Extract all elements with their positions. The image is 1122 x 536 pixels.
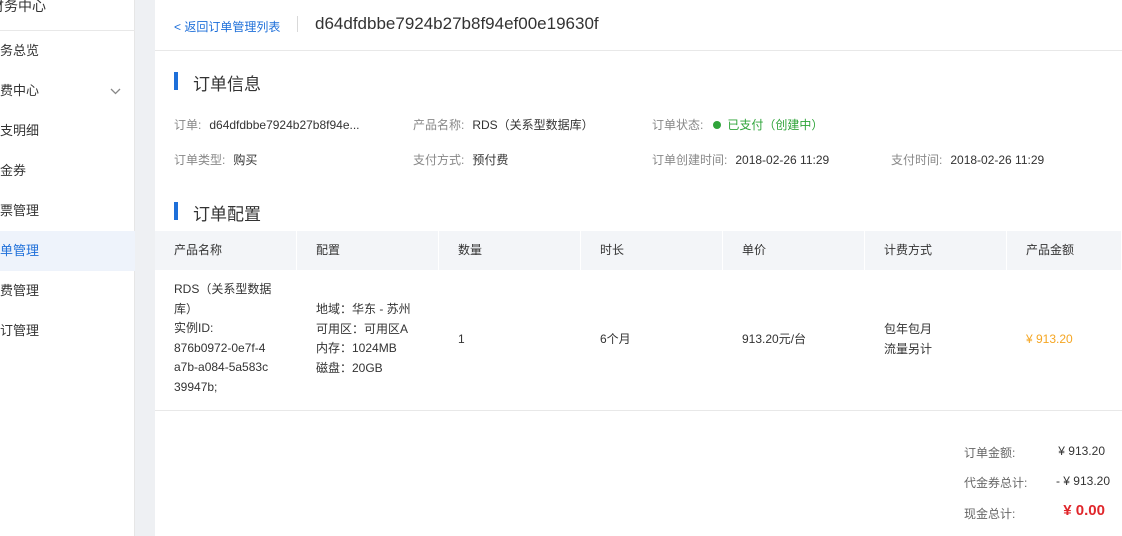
cash-total-label-text: 现金总计:	[964, 507, 1016, 521]
created-time-field: 订单创建时间: 2018-02-26 11:29	[652, 151, 829, 168]
product-line: RDS（关系型数据	[174, 282, 272, 296]
order-id-field: 订单: d64dfdbbe7924b27b8f94e...	[174, 116, 360, 133]
sidebar-item-orders[interactable]: 订单管理	[0, 231, 135, 271]
sidebar-item-invoices[interactable]: 发票管理	[0, 191, 135, 231]
sidebar-item-label: 代金券	[0, 163, 27, 178]
product-line: 实例ID:	[174, 321, 214, 335]
config-line: 可用区：可用区A	[316, 321, 409, 336]
page-title: d64dfdbbe7924b27b8f94ef00e19630f	[315, 14, 599, 33]
table-row: RDS（关系型数据 库） 实例ID: 876b0972-0e7f-4 a7b-a…	[155, 270, 1122, 411]
column-header-amount: 产品金额	[1007, 231, 1122, 270]
sidebar-item-renewals[interactable]: 续费管理	[0, 271, 135, 311]
config-line: 地域：华东 - 苏州	[316, 302, 411, 316]
sidebar-item-label: 消费中心	[0, 83, 40, 98]
billing-line: 流量另计	[884, 341, 933, 356]
order-status-label: 订单状态:	[652, 118, 704, 132]
back-to-order-list-link[interactable]: < 返回订单管理列表	[174, 18, 280, 35]
sidebar-item-label: 订单管理	[0, 243, 40, 258]
column-header-billing: 计费方式	[865, 231, 1007, 270]
voucher-total-value: - ¥ 913.20	[1055, 474, 1110, 488]
header-separator	[297, 16, 298, 32]
cell-unit-price: 913.20元/台	[742, 332, 807, 346]
created-time-value: 2018-02-26 11:29	[735, 153, 830, 167]
product-name-value: RDS（关系型数据库）	[472, 118, 594, 132]
sidebar-item-income-expense[interactable]: 收支明细	[0, 111, 135, 151]
page-header: < 返回订单管理列表 d64dfdbbe7924b27b8f94ef00e196…	[155, 0, 1122, 51]
order-id-value: d64dfdbbe7924b27b8f94e...	[209, 118, 360, 132]
billing-line: 包年包月	[884, 322, 933, 336]
order-status-value: 已支付（创建中）	[727, 118, 824, 132]
column-header-config: 配置	[297, 231, 439, 270]
cell-billing: 包年包月 流量另计	[884, 320, 932, 359]
payment-method-label: 支付方式:	[413, 153, 465, 167]
config-line: 内存：1024MB	[316, 341, 397, 355]
layout-gutter	[135, 0, 155, 536]
paid-time-value: 2018-02-26 11:29	[950, 153, 1045, 167]
cash-total-label: 现金总计:	[964, 505, 1015, 522]
column-header-duration: 时长	[581, 231, 723, 270]
sidebar: 财务中心 财务总览 消费中心 收支明细 代金券 发票管理 订单管理 续费管理 退…	[0, 0, 135, 536]
cell-config: 地域：华东 - 苏州 可用区：可用区A 内存：1024MB 磁盘：20GB	[316, 300, 446, 378]
column-header-product: 产品名称	[155, 231, 297, 270]
payment-method-field: 支付方式: 预付费	[413, 151, 508, 168]
sidebar-title: 财务中心	[0, 0, 46, 14]
cell-amount: ¥ 913.20	[1026, 332, 1073, 346]
paid-time-label: 支付时间:	[891, 153, 943, 167]
product-line: a7b-a084-5a583c	[174, 360, 269, 374]
cell-duration: 6个月	[600, 332, 631, 346]
order-id-label: 订单:	[174, 118, 202, 132]
main-content: < 返回订单管理列表 d64dfdbbe7924b27b8f94ef00e196…	[155, 0, 1122, 536]
product-name-label: 产品名称:	[413, 118, 465, 132]
voucher-total-label: 代金券总计:	[964, 474, 1027, 491]
config-line: 磁盘：20GB	[316, 360, 383, 375]
sidebar-item-unsubscribe[interactable]: 退订管理	[0, 311, 135, 351]
table-header: 产品名称 配置 数量 时长 单价 计费方式 产品金额	[155, 231, 1122, 270]
order-type-label: 订单类型:	[174, 153, 226, 167]
payment-method-value: 预付费	[472, 153, 509, 167]
order-status-field: 订单状态: 已支付（创建中）	[652, 116, 823, 133]
order-amount-value: ¥ 913.20	[1058, 444, 1105, 458]
cell-product: RDS（关系型数据 库） 实例ID: 876b0972-0e7f-4 a7b-a…	[174, 280, 294, 397]
sidebar-item-consumption-center[interactable]: 消费中心	[0, 71, 135, 111]
paid-time-field: 支付时间: 2018-02-26 11:29	[891, 151, 1044, 168]
product-line: 库）	[174, 301, 199, 316]
sidebar-item-finance-overview[interactable]: 财务总览	[0, 31, 135, 71]
sidebar-item-label: 发票管理	[0, 203, 40, 218]
status-dot-icon	[713, 121, 722, 129]
sidebar-item-label: 退订管理	[0, 323, 40, 338]
section-title-order-config: 订单配置	[174, 200, 261, 225]
section-title-order-info: 订单信息	[174, 70, 261, 95]
chevron-down-icon	[110, 71, 121, 111]
product-line: 876b0972-0e7f-4	[174, 340, 266, 355]
created-time-label: 订单创建时间:	[652, 153, 728, 167]
cash-total-value: ¥ 0.00	[1063, 502, 1105, 519]
sidebar-item-label: 续费管理	[0, 283, 40, 298]
order-type-field: 订单类型: 购买	[174, 151, 257, 168]
cell-quantity: 1	[458, 332, 465, 346]
product-line: 39947b;	[174, 379, 218, 394]
order-type-value: 购买	[233, 153, 258, 167]
sidebar-item-label: 收支明细	[0, 123, 40, 138]
sidebar-item-label: 财务总览	[0, 43, 40, 58]
order-amount-label-text: 订单金额:	[964, 446, 1016, 460]
product-name-field: 产品名称: RDS（关系型数据库）	[413, 116, 594, 133]
order-amount-label: 订单金额:	[964, 444, 1015, 461]
voucher-total-label-text: 代金券总计:	[964, 476, 1028, 490]
column-header-unit-price: 单价	[723, 231, 865, 270]
column-header-quantity: 数量	[439, 231, 581, 270]
sidebar-item-vouchers[interactable]: 代金券	[0, 151, 135, 191]
